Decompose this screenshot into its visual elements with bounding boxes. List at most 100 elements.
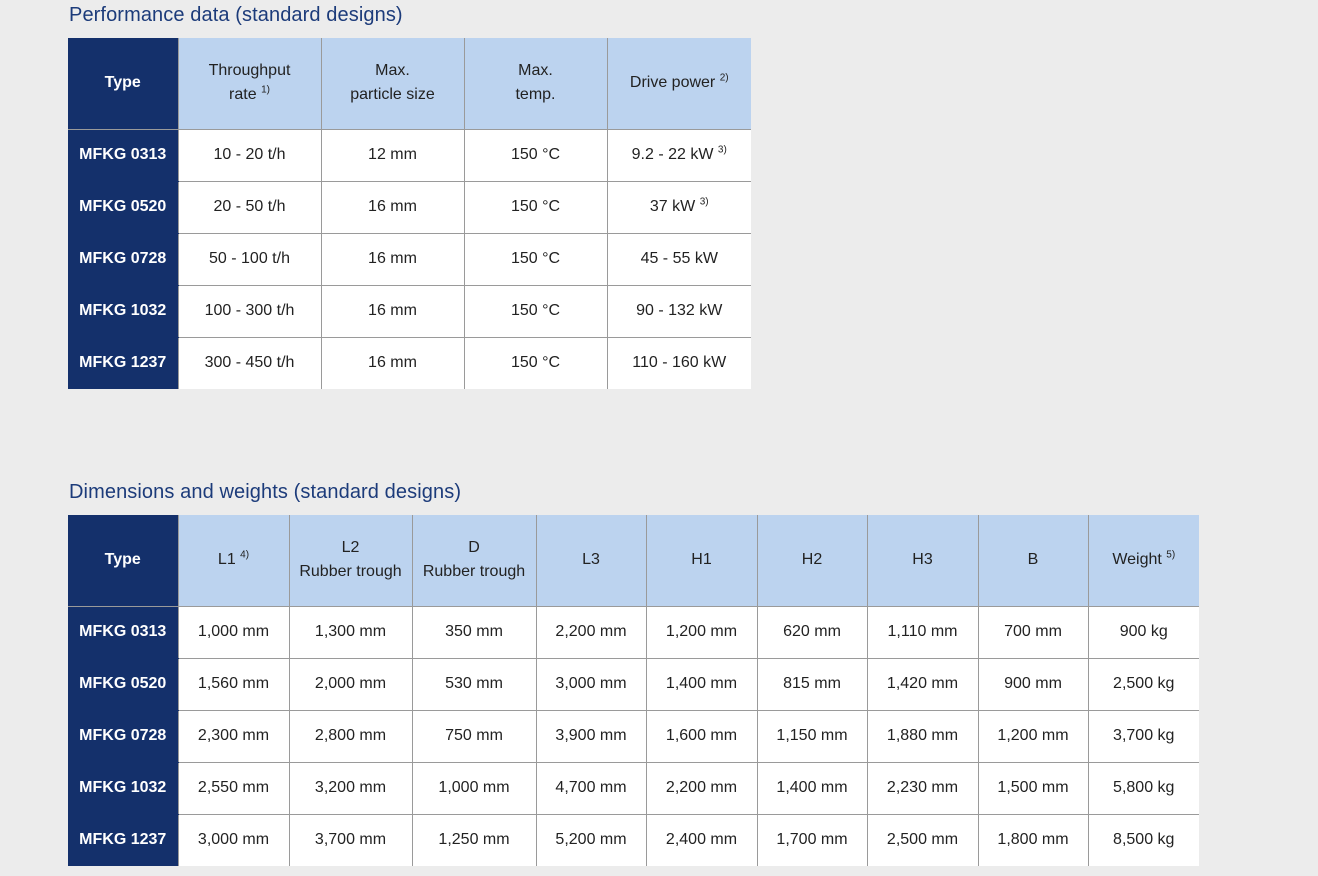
type-cell: MFKG 0728 xyxy=(68,709,179,763)
b-cell: 1,200 mm xyxy=(977,709,1089,763)
weight-cell: 900 kg xyxy=(1087,605,1199,659)
h3-cell: 1,110 mm xyxy=(866,605,979,659)
h2-cell: 620 mm xyxy=(756,605,868,659)
type-cell: MFKG 0728 xyxy=(68,232,179,286)
h3-cell: 2,230 mm xyxy=(866,761,979,815)
table-row: MFKG 1237 300 - 450 t/h 16 mm 150 °C 110 - 1… xyxy=(68,336,751,389)
table-row: MFKG 1032 2,550 mm 3,200 mm 1,000 mm 4,700 m… xyxy=(68,761,1199,815)
l2-cell: 3,200 mm xyxy=(288,761,413,815)
footnote-marker: 3) xyxy=(699,196,709,208)
header-l2: L2 Rubber trough xyxy=(288,515,413,607)
temp-cell: 150 °C xyxy=(463,232,608,286)
temp-cell: 150 °C xyxy=(463,180,608,234)
header-throughput-rate: Throughput rate 1) xyxy=(177,38,322,130)
weight-cell: 3,700 kg xyxy=(1087,709,1199,763)
d-cell: 1,250 mm xyxy=(411,813,537,866)
l2-cell: 2,800 mm xyxy=(288,709,413,763)
temp-cell: 150 °C xyxy=(463,128,608,182)
l3-cell: 4,700 mm xyxy=(535,761,647,815)
dimensions-table: Type L1 4) L2 Rubber trough D Rubber tro… xyxy=(68,515,1199,866)
footnote-marker: 5) xyxy=(1166,549,1176,561)
drive-power-value: 37 kW xyxy=(649,198,696,215)
header-max-particle-size: Max. particle size xyxy=(320,38,465,130)
footnote-marker: 4) xyxy=(240,549,250,561)
d-cell: 750 mm xyxy=(411,709,537,763)
type-cell: MFKG 0520 xyxy=(68,657,179,711)
drive-power-value: 110 - 160 kW xyxy=(632,354,727,372)
d-cell: 1,000 mm xyxy=(411,761,537,815)
l2-cell: 3,700 mm xyxy=(288,813,413,866)
weight-cell: 5,800 kg xyxy=(1087,761,1199,815)
header-b: B xyxy=(977,515,1089,607)
h2-cell: 1,400 mm xyxy=(756,761,868,815)
table-row: MFKG 0520 20 - 50 t/h 16 mm 150 °C 37 kW 3) xyxy=(68,180,751,234)
l1-cell: 1,560 mm xyxy=(177,657,290,711)
header-max-temp: Max. temp. xyxy=(463,38,608,130)
header-weight: Weight 5) xyxy=(1087,515,1199,607)
h1-cell: 1,600 mm xyxy=(645,709,758,763)
throughput-cell: 10 - 20 t/h xyxy=(177,128,322,182)
footnote-marker: 1) xyxy=(261,84,270,96)
l3-cell: 5,200 mm xyxy=(535,813,647,866)
l1-cell: 2,550 mm xyxy=(177,761,290,815)
drive-power-cell: 90 - 132 kW xyxy=(606,284,751,338)
performance-section-title: Performance data (standard designs) xyxy=(69,4,403,26)
h3-cell: 2,500 mm xyxy=(866,813,979,866)
b-cell: 1,500 mm xyxy=(977,761,1089,815)
b-cell: 700 mm xyxy=(977,605,1089,659)
type-cell: MFKG 1237 xyxy=(68,813,179,866)
throughput-cell: 50 - 100 t/h xyxy=(177,232,322,286)
h2-cell: 1,700 mm xyxy=(756,813,868,866)
drive-power-cell: 45 - 55 kW xyxy=(606,232,751,286)
l2-cell: 1,300 mm xyxy=(288,605,413,659)
header-drive-power: Drive power 2) xyxy=(606,38,751,130)
drive-power-value: 90 - 132 kW xyxy=(636,302,723,319)
l1-cell: 1,000 mm xyxy=(177,605,290,659)
h3-cell: 1,420 mm xyxy=(866,657,979,711)
drive-power-cell: 9.2 - 22 kW 3) xyxy=(606,128,751,182)
h1-cell: 2,200 mm xyxy=(645,761,758,815)
particle-size-cell: 16 mm xyxy=(320,232,465,286)
weight-cell: 2,500 kg xyxy=(1087,657,1199,711)
h3-cell: 1,880 mm xyxy=(866,709,979,763)
b-cell: 1,800 mm xyxy=(977,813,1089,866)
h2-cell: 815 mm xyxy=(756,657,868,711)
particle-size-cell: 16 mm xyxy=(320,284,465,338)
l3-cell: 3,900 mm xyxy=(535,709,647,763)
type-cell: MFKG 1032 xyxy=(68,761,179,815)
table-row: MFKG 0728 50 - 100 t/h 16 mm 150 °C 45 - 55 … xyxy=(68,232,751,286)
performance-header-row: Type Throughput rate 1) Max. particle si… xyxy=(68,38,751,130)
table-row: MFKG 0313 10 - 20 t/h 12 mm 150 °C 9.2 - 22 … xyxy=(68,128,751,182)
type-cell: MFKG 0313 xyxy=(68,605,179,659)
l1-cell: 2,300 mm xyxy=(177,709,290,763)
l3-cell: 2,200 mm xyxy=(535,605,647,659)
weight-cell: 8,500 kg xyxy=(1087,813,1199,866)
header-h3: H3 xyxy=(866,515,979,607)
header-type: Type xyxy=(68,38,179,130)
dimensions-section-title: Dimensions and weights (standard designs… xyxy=(69,481,462,503)
h1-cell: 1,200 mm xyxy=(645,605,758,659)
temp-cell: 150 °C xyxy=(463,284,608,338)
table-row: MFKG 0520 1,560 mm 2,000 mm 530 mm 3,000 mm 1… xyxy=(68,657,1199,711)
b-cell: 900 mm xyxy=(977,657,1089,711)
header-l3: L3 xyxy=(535,515,647,607)
drive-power-value: 45 - 55 kW xyxy=(640,250,718,267)
h1-cell: 2,400 mm xyxy=(645,813,758,866)
dimensions-header-row: Type L1 4) L2 Rubber trough D Rubber tro… xyxy=(68,515,1199,607)
h2-cell: 1,150 mm xyxy=(756,709,868,763)
drive-power-value: 9.2 - 22 kW xyxy=(631,146,714,163)
footnote-marker: 2) xyxy=(719,72,729,84)
table-row: MFKG 1032 100 - 300 t/h 16 mm 150 °C 90 - 13… xyxy=(68,284,751,338)
drive-power-cell: 37 kW 3) xyxy=(606,180,751,234)
header-h2: H2 xyxy=(756,515,868,607)
table-row: MFKG 0313 1,000 mm 1,300 mm 350 mm 2,200 mm 1… xyxy=(68,605,1199,659)
type-cell: MFKG 1237 xyxy=(68,336,179,389)
type-cell: MFKG 1032 xyxy=(68,284,179,338)
drive-power-cell: 110 - 160 kW xyxy=(606,336,751,389)
throughput-cell: 20 - 50 t/h xyxy=(177,180,322,234)
d-cell: 530 mm xyxy=(411,657,537,711)
l1-cell: 3,000 mm xyxy=(177,813,290,866)
header-l1: L1 4) xyxy=(177,515,290,607)
type-cell: MFKG 0313 xyxy=(68,128,179,182)
d-cell: 350 mm xyxy=(411,605,537,659)
